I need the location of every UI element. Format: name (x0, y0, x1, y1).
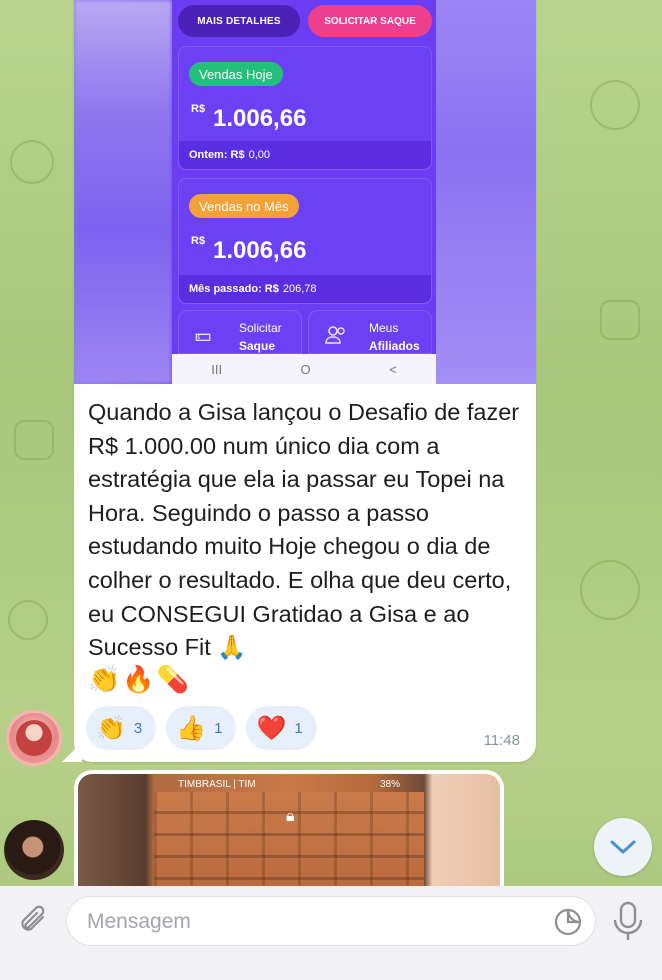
message-emojis: 👏🔥💊 (88, 664, 192, 694)
wallpaper-doodle (580, 560, 640, 620)
thumbs-up-icon: 👍 (176, 714, 207, 742)
message-time: 11:48 (483, 732, 520, 749)
carrier-label: TIMBRASIL | TIM (178, 778, 256, 790)
bubble-tail (62, 742, 82, 762)
vendas-mes-badge: Vendas no Mês (189, 194, 299, 218)
wallpaper-doodle (10, 140, 54, 184)
users-icon (325, 325, 347, 350)
message-text: Quando a Gisa lançou o Desafio de fazer … (88, 399, 520, 661)
wallpaper-doodle (8, 600, 48, 640)
footer-label: Ontem: R$ (189, 149, 245, 161)
home-icon: O (300, 361, 311, 377)
vendas-hoje-card: Vendas Hoje R$ 1.006,66 Ontem: R$ 0,00 (178, 46, 432, 170)
wallpaper-doodle (14, 420, 54, 460)
photo-status-bar: TIMBRASIL | TIM 38% (78, 774, 500, 794)
sender-avatar[interactable] (4, 820, 64, 880)
money-stack-icon: 💵︎ (195, 325, 212, 345)
clap-icon: 👏 (96, 714, 126, 742)
tile-line2: Afiliados (369, 339, 420, 353)
phone-screen: MAIS DETALHES SOLICITAR SAQUE Vendas Hoj… (172, 0, 436, 384)
vendas-mes-amount: 1.006,66 (213, 237, 307, 264)
message-input-bar: Mensagem (0, 886, 662, 980)
paperclip-icon[interactable] (14, 900, 54, 940)
vendas-mes-card: Vendas no Mês R$ 1.006,66 Mês passado: R… (178, 178, 432, 304)
image-blur-right (436, 0, 536, 384)
chevron-down-icon (610, 840, 636, 854)
solicitar-saque-button: SOLICITAR SAQUE (308, 5, 432, 37)
vendas-mes-footer: Mês passado: R$ 206,78 (179, 275, 431, 303)
reaction-clap[interactable]: 👏 3 (86, 706, 157, 750)
footer-value: 206,78 (282, 283, 317, 295)
tile-line1: Meus (369, 321, 399, 335)
photo-message-bubble[interactable]: TIMBRASIL | TIM 38% 🔒︎ (74, 770, 504, 890)
heart-icon: ❤️ (256, 714, 287, 742)
footer-label: Mês passado: R$ (189, 283, 279, 295)
reactions-row: 👏 3 👍 1 ❤️ 1 (86, 706, 317, 750)
message-screenshot-image[interactable]: MAIS DETALHES SOLICITAR SAQUE Vendas Hoj… (74, 0, 536, 384)
tile-line1: Solicitar (239, 321, 282, 335)
currency-label: R$ (191, 235, 206, 247)
reaction-count: 1 (294, 719, 303, 737)
message-input[interactable]: Mensagem (66, 896, 596, 946)
currency-label: R$ (191, 103, 206, 115)
wallpaper-doodle (600, 300, 640, 340)
scroll-down-button[interactable] (594, 818, 652, 876)
android-navbar: III O < (172, 354, 436, 384)
sender-avatar[interactable] (6, 710, 62, 766)
message-bubble[interactable]: MAIS DETALHES SOLICITAR SAQUE Vendas Hoj… (74, 0, 536, 762)
recent-apps-icon: III (211, 361, 223, 377)
mais-detalhes-button: MAIS DETALHES (178, 5, 300, 37)
vendas-hoje-footer: Ontem: R$ 0,00 (179, 141, 431, 169)
photo-content (154, 792, 424, 890)
back-icon: < (389, 361, 397, 377)
tile-line2: Saque (239, 339, 276, 353)
reaction-count: 1 (214, 719, 223, 737)
footer-value: 0,00 (248, 149, 271, 161)
lock-icon: 🔒︎ (286, 808, 295, 825)
wallpaper-doodle (590, 80, 640, 130)
sticker-icon[interactable] (553, 907, 583, 937)
battery-label: 38% (379, 778, 400, 790)
message-photo[interactable]: TIMBRASIL | TIM 38% 🔒︎ (78, 774, 500, 890)
reaction-count: 3 (133, 719, 143, 737)
vendas-hoje-amount: 1.006,66 (213, 105, 307, 132)
meus-afiliados-tile: Meus Afiliados (308, 310, 432, 354)
reaction-thumbs-up[interactable]: 👍 1 (166, 706, 237, 750)
solicitar-saque-tile: 💵︎ Solicitar Saque (178, 310, 302, 354)
reaction-heart[interactable]: ❤️ 1 (246, 706, 317, 750)
image-blur-left (74, 0, 172, 384)
message-input-placeholder: Mensagem (87, 910, 191, 933)
vendas-hoje-badge: Vendas Hoje (189, 62, 283, 86)
microphone-icon[interactable] (610, 900, 646, 942)
